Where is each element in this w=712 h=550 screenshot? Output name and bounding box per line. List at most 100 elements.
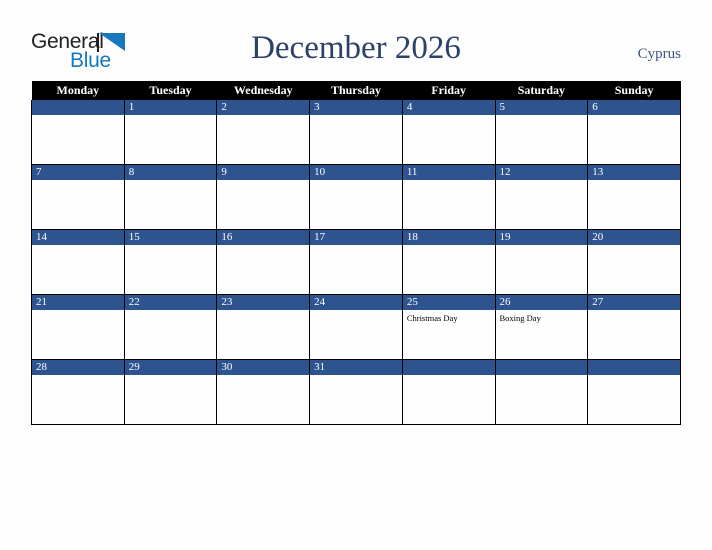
day-number: 16: [217, 230, 309, 245]
calendar-day-cell[interactable]: 21: [31, 294, 125, 360]
day-number: [32, 100, 124, 115]
day-number: [403, 360, 495, 375]
calendar-day-cell[interactable]: 4: [401, 100, 496, 165]
calendar-day-cell[interactable]: 26 Boxing Day: [494, 294, 589, 360]
day-cell-inner: [32, 100, 124, 164]
holiday-label: Christmas Day: [406, 313, 458, 323]
day-cell-inner: 8: [125, 165, 216, 229]
day-number: 31: [310, 360, 402, 375]
calendar-day-cell[interactable]: 2: [216, 100, 311, 165]
day-event-area: [218, 375, 309, 378]
calendar-week-row: 14 15 16 17 18 19 20: [31, 229, 681, 295]
day-number: 25: [403, 295, 495, 310]
day-cell-inner: 13: [588, 165, 680, 229]
day-event-area: [403, 375, 494, 378]
calendar-day-cell[interactable]: 3: [309, 100, 403, 165]
day-number: 20: [588, 230, 680, 245]
day-number: 11: [403, 165, 495, 180]
day-event-area: Boxing Day: [496, 310, 587, 323]
calendar-day-cell[interactable]: 6: [587, 100, 681, 165]
day-number: 5: [496, 100, 587, 115]
day-cell-inner: 26 Boxing Day: [496, 295, 587, 359]
calendar-week-row: 21 22 23 24 25 Christmas Day 26 Boxing Day 27: [31, 294, 681, 360]
calendar-header-row: Monday Tuesday Wednesday Thursday Friday…: [31, 81, 681, 100]
calendar-day-cell[interactable]: 29: [123, 359, 218, 425]
calendar-day-cell[interactable]: [31, 100, 125, 165]
calendar-day-cell[interactable]: 7: [31, 164, 125, 230]
calendar-day-cell[interactable]: [587, 359, 681, 425]
calendar-week-row: 123456: [31, 100, 681, 165]
calendar-day-cell[interactable]: 22: [123, 294, 218, 360]
day-event-area: [311, 180, 402, 183]
day-number: 24: [310, 295, 402, 310]
day-event-area: [589, 375, 680, 378]
day-number: 30: [217, 360, 309, 375]
day-event-area: [496, 180, 587, 183]
day-cell-inner: 18: [403, 230, 495, 294]
calendar-day-cell[interactable]: 18: [401, 229, 496, 295]
day-number: 23: [217, 295, 309, 310]
day-number: [496, 360, 587, 375]
day-cell-inner: 31: [310, 360, 402, 424]
calendar-grid: Monday Tuesday Wednesday Thursday Friday…: [31, 81, 681, 425]
day-cell-inner: 27: [588, 295, 680, 359]
calendar-day-cell[interactable]: 13: [587, 164, 681, 230]
calendar-day-cell[interactable]: 27: [587, 294, 681, 360]
page-title: December 2026: [251, 30, 461, 66]
calendar-day-cell[interactable]: 19: [494, 229, 589, 295]
day-event-area: [32, 245, 123, 248]
day-number: 15: [125, 230, 216, 245]
day-cell-inner: [588, 360, 680, 424]
calendar-day-cell[interactable]: 15: [123, 229, 218, 295]
day-number: 21: [32, 295, 124, 310]
calendar-day-cell[interactable]: 1: [123, 100, 218, 165]
day-cell-inner: 17: [310, 230, 402, 294]
calendar-day-cell[interactable]: 30: [216, 359, 311, 425]
day-cell-inner: 5: [496, 100, 587, 164]
day-event-area: [32, 115, 123, 118]
calendar-day-cell[interactable]: 28: [31, 359, 125, 425]
calendar-day-cell[interactable]: 16: [216, 229, 311, 295]
day-event-area: [218, 180, 309, 183]
day-number: 6: [588, 100, 680, 115]
day-number: 19: [496, 230, 587, 245]
calendar-day-cell[interactable]: 23: [216, 294, 311, 360]
day-event-area: [311, 310, 402, 313]
day-number: 10: [310, 165, 402, 180]
day-number: 28: [32, 360, 124, 375]
calendar-day-cell[interactable]: 20: [587, 229, 681, 295]
calendar-day-cell[interactable]: 12: [494, 164, 589, 230]
weekday-header-sunday: Sunday: [587, 81, 681, 100]
day-event-area: [311, 115, 402, 118]
day-cell-inner: [496, 360, 587, 424]
calendar-day-cell[interactable]: 14: [31, 229, 125, 295]
calendar-day-cell[interactable]: 17: [309, 229, 403, 295]
day-cell-inner: 1: [125, 100, 216, 164]
day-cell-inner: 23: [217, 295, 309, 359]
day-cell-inner: 10: [310, 165, 402, 229]
calendar-day-cell[interactable]: 24: [309, 294, 403, 360]
calendar-day-cell[interactable]: 25 Christmas Day: [401, 294, 496, 360]
day-event-area: [125, 115, 216, 118]
day-number: 4: [403, 100, 495, 115]
day-cell-inner: 4: [403, 100, 495, 164]
day-event-area: [311, 245, 402, 248]
weekday-header-tuesday: Tuesday: [124, 81, 217, 100]
calendar-day-cell[interactable]: 11: [401, 164, 496, 230]
calendar-day-cell[interactable]: 10: [309, 164, 403, 230]
day-event-area: [496, 115, 587, 118]
calendar-day-cell[interactable]: [494, 359, 589, 425]
day-cell-inner: 6: [588, 100, 680, 164]
day-cell-inner: 20: [588, 230, 680, 294]
day-cell-inner: 22: [125, 295, 216, 359]
calendar-day-cell[interactable]: 9: [216, 164, 311, 230]
day-event-area: [589, 180, 680, 183]
day-event-area: [403, 180, 494, 183]
calendar-day-cell[interactable]: 5: [494, 100, 589, 165]
calendar-day-cell[interactable]: 8: [123, 164, 218, 230]
day-number: 18: [403, 230, 495, 245]
day-number: 13: [588, 165, 680, 180]
day-number: 8: [125, 165, 216, 180]
calendar-day-cell[interactable]: [401, 359, 496, 425]
calendar-day-cell[interactable]: 31: [309, 359, 403, 425]
